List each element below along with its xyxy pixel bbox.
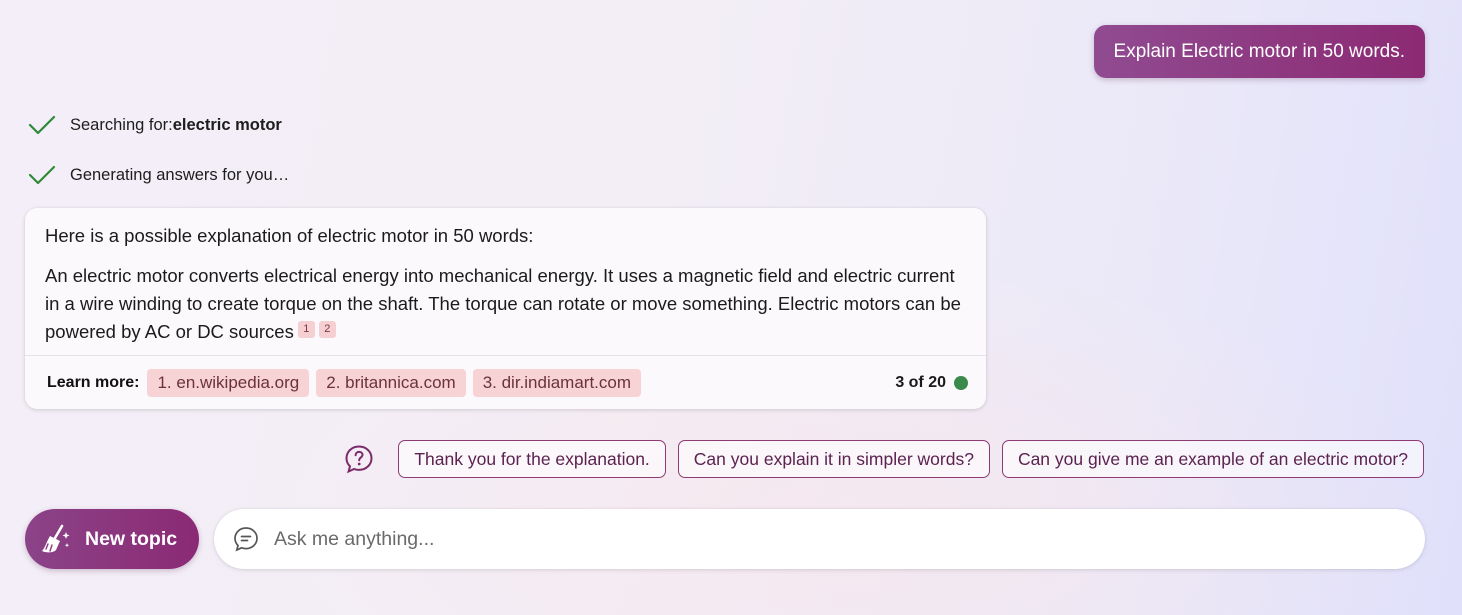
searching-prefix: Searching for: bbox=[70, 115, 173, 134]
response-count-text: 3 of 20 bbox=[895, 374, 946, 391]
response-count: 3 of 20 bbox=[895, 374, 968, 392]
learn-more-link-britannica[interactable]: 2. britannica.com bbox=[316, 369, 466, 397]
learn-more-link-indiamart[interactable]: 3. dir.indiamart.com bbox=[472, 369, 642, 397]
new-topic-label: New topic bbox=[85, 527, 178, 550]
status-searching: Searching for: electric motor bbox=[28, 114, 282, 136]
status-dot bbox=[954, 376, 968, 390]
check-icon bbox=[28, 115, 56, 135]
suggestion-row: Thank you for the explanation. Can you e… bbox=[344, 440, 1424, 478]
citation-badge-1[interactable]: 1 bbox=[297, 321, 315, 338]
citation-badge-2[interactable]: 2 bbox=[318, 321, 336, 338]
status-generating: Generating answers for you… bbox=[28, 164, 289, 186]
help-circle-icon[interactable] bbox=[344, 444, 374, 474]
ask-input[interactable] bbox=[274, 519, 1374, 559]
answer-body: Here is a possible explanation of electr… bbox=[25, 208, 986, 346]
suggestion-chip-thanks[interactable]: Thank you for the explanation. bbox=[398, 440, 666, 478]
broom-sparkle-icon bbox=[42, 524, 70, 553]
searching-query: electric motor bbox=[172, 115, 282, 134]
learn-more-row: Learn more: 1. en.wikipedia.org 2. brita… bbox=[47, 369, 968, 397]
suggestion-chip-example[interactable]: Can you give me an example of an electri… bbox=[1001, 440, 1424, 478]
chat-bubble-icon bbox=[234, 527, 258, 552]
answer-paragraph: An electric motor converts electrical en… bbox=[45, 262, 966, 346]
learn-more-link-wikipedia[interactable]: 1. en.wikipedia.org bbox=[147, 369, 310, 397]
answer-intro: Here is a possible explanation of electr… bbox=[45, 225, 534, 246]
check-icon bbox=[28, 165, 56, 185]
suggestion-chip-simpler[interactable]: Can you explain it in simpler words? bbox=[677, 440, 990, 478]
answer-card: Here is a possible explanation of electr… bbox=[25, 208, 986, 409]
answer-text: An electric motor converts electrical en… bbox=[45, 265, 961, 342]
user-message-text: Explain Electric motor in 50 words. bbox=[1113, 40, 1405, 62]
generating-text: Generating answers for you… bbox=[70, 165, 290, 184]
user-message-bubble: Explain Electric motor in 50 words. bbox=[1093, 25, 1425, 78]
card-divider bbox=[25, 355, 986, 356]
learn-more-label: Learn more: bbox=[47, 374, 140, 391]
composer-box[interactable] bbox=[214, 509, 1425, 569]
new-topic-button[interactable]: New topic bbox=[25, 509, 199, 569]
